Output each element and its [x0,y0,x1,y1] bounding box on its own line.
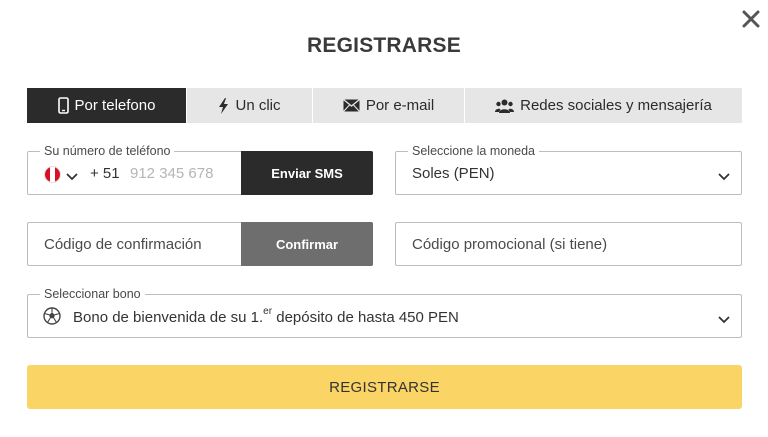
tab-one-click-label: Un clic [235,97,281,114]
tab-social-label: Redes sociales y mensajería [520,97,712,114]
phone-field-label: Su número de teléfono [40,144,175,158]
tab-one-click[interactable]: Un clic [187,88,313,123]
bonus-select-label: Seleccionar bono [40,287,145,301]
promo-code-input[interactable] [396,223,741,265]
tab-phone-label: Por telefono [74,97,156,114]
chevron-down-icon[interactable] [66,168,78,186]
tab-email-label: Por e-mail [365,97,435,114]
bonus-text-superscript: er [263,306,273,317]
chevron-down-icon [718,168,730,186]
bonus-select[interactable]: Seleccionar bono Bono de bienvenida de s… [27,287,742,338]
currency-selected-value: Soles (PEN) [412,165,495,182]
phone-icon [57,97,69,114]
bonus-text-main: Bono de bienvenida de su 1. [73,309,264,326]
currency-select[interactable]: Seleccione la moneda Soles (PEN) [395,144,742,195]
users-icon [495,99,515,113]
tab-social[interactable]: Redes sociales y mensajería [465,88,742,123]
send-sms-button[interactable]: Enviar SMS [241,151,373,195]
soccer-ball-icon [43,307,61,330]
confirmation-code-field: Código de confirmación Confirmar [27,222,373,266]
dial-code: + 51 [90,165,120,182]
phone-field: Su número de teléfono + 51 912 345 678 E… [27,144,373,195]
chevron-down-icon [718,311,730,329]
tab-phone[interactable]: Por telefono [27,88,187,123]
confirm-button[interactable]: Confirmar [241,222,373,266]
dialog-title: REGISTRARSE [307,34,461,57]
envelope-icon [342,99,360,112]
lightning-icon [218,97,229,114]
registration-tabs: Por telefono Un clic Por e-mail Redes so… [27,88,742,123]
peru-flag-icon[interactable] [44,166,61,183]
bonus-selected-value: Bono de bienvenida de su 1.er depósito d… [73,306,459,326]
confirmation-code-input[interactable]: Código de confirmación [44,236,202,253]
currency-select-label: Seleccione la moneda [408,144,539,158]
bonus-text-rest: depósito de hasta 450 PEN [272,309,459,326]
promo-code-field [395,222,742,266]
tab-email[interactable]: Por e-mail [313,88,465,123]
close-icon[interactable] [740,8,762,30]
phone-input[interactable]: 912 345 678 [130,165,213,182]
register-button[interactable]: REGISTRARSE [27,365,742,409]
